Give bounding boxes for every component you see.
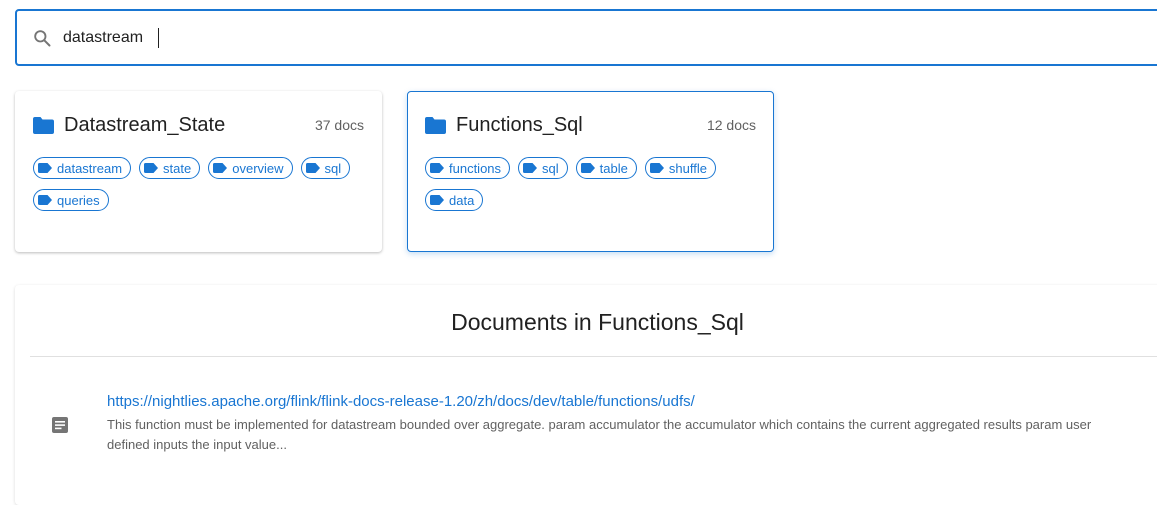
tag-chip[interactable]: sql — [300, 157, 351, 179]
tag-list: functions sql table shuffle data — [425, 157, 756, 211]
label-icon — [38, 195, 52, 205]
tag-chip[interactable]: datastream — [33, 157, 132, 179]
tag-label: functions — [449, 160, 502, 176]
search-input[interactable] — [63, 25, 158, 50]
label-icon — [430, 195, 444, 205]
label-icon — [305, 163, 320, 173]
tag-label: shuffle — [668, 160, 707, 176]
tag-chip[interactable]: queries — [33, 189, 109, 211]
tag-chip[interactable]: state — [139, 157, 201, 179]
documents-heading: Documents in Functions_Sql — [451, 309, 744, 335]
label-icon — [580, 163, 595, 173]
folder-icon — [425, 116, 446, 134]
label-icon — [213, 163, 228, 173]
tag-label: queries — [57, 192, 100, 208]
tag-label: state — [163, 160, 192, 176]
tag-label: datastream — [57, 160, 123, 176]
document-link[interactable]: https://nightlies.apache.org/flink/flink… — [107, 393, 695, 411]
label-icon — [523, 163, 538, 173]
document-icon — [50, 415, 70, 435]
tag-label: sql — [542, 160, 559, 176]
collection-card-functions-sql[interactable]: Functions_Sql 12 docs functions sql tabl… — [407, 91, 774, 252]
search-icon — [31, 27, 53, 49]
tag-list: datastream state overview sql queries — [33, 157, 364, 211]
search-bar[interactable] — [15, 9, 1157, 66]
text-cursor — [158, 27, 159, 48]
tag-chip[interactable]: sql — [518, 157, 568, 179]
tag-label: sql — [324, 160, 342, 176]
divider — [30, 356, 1157, 357]
tag-label: table — [599, 160, 628, 176]
tag-chip[interactable]: table — [575, 157, 637, 179]
tag-chip[interactable]: functions — [425, 157, 511, 179]
doc-count: 37 docs — [314, 117, 364, 133]
doc-count: 12 docs — [706, 117, 756, 133]
tag-label: overview — [232, 160, 284, 176]
tag-chip[interactable]: data — [425, 189, 484, 211]
tag-chip[interactable]: shuffle — [644, 157, 716, 179]
folder-icon — [33, 116, 54, 134]
label-icon — [144, 163, 159, 173]
label-icon — [649, 163, 664, 173]
document-list-item: https://nightlies.apache.org/flink/flink… — [30, 393, 1157, 455]
document-snippet: This function must be implemented for da… — [107, 417, 1092, 452]
tag-label: data — [449, 192, 475, 208]
collection-title: Datastream_State — [64, 113, 226, 136]
collection-title: Functions_Sql — [456, 113, 583, 136]
tag-chip[interactable]: overview — [208, 157, 293, 179]
collection-card-datastream-state[interactable]: Datastream_State 37 docs datastream stat… — [15, 91, 382, 252]
documents-panel: Documents in Functions_Sql https://night… — [15, 285, 1157, 505]
label-icon — [38, 163, 52, 173]
label-icon — [430, 163, 444, 173]
